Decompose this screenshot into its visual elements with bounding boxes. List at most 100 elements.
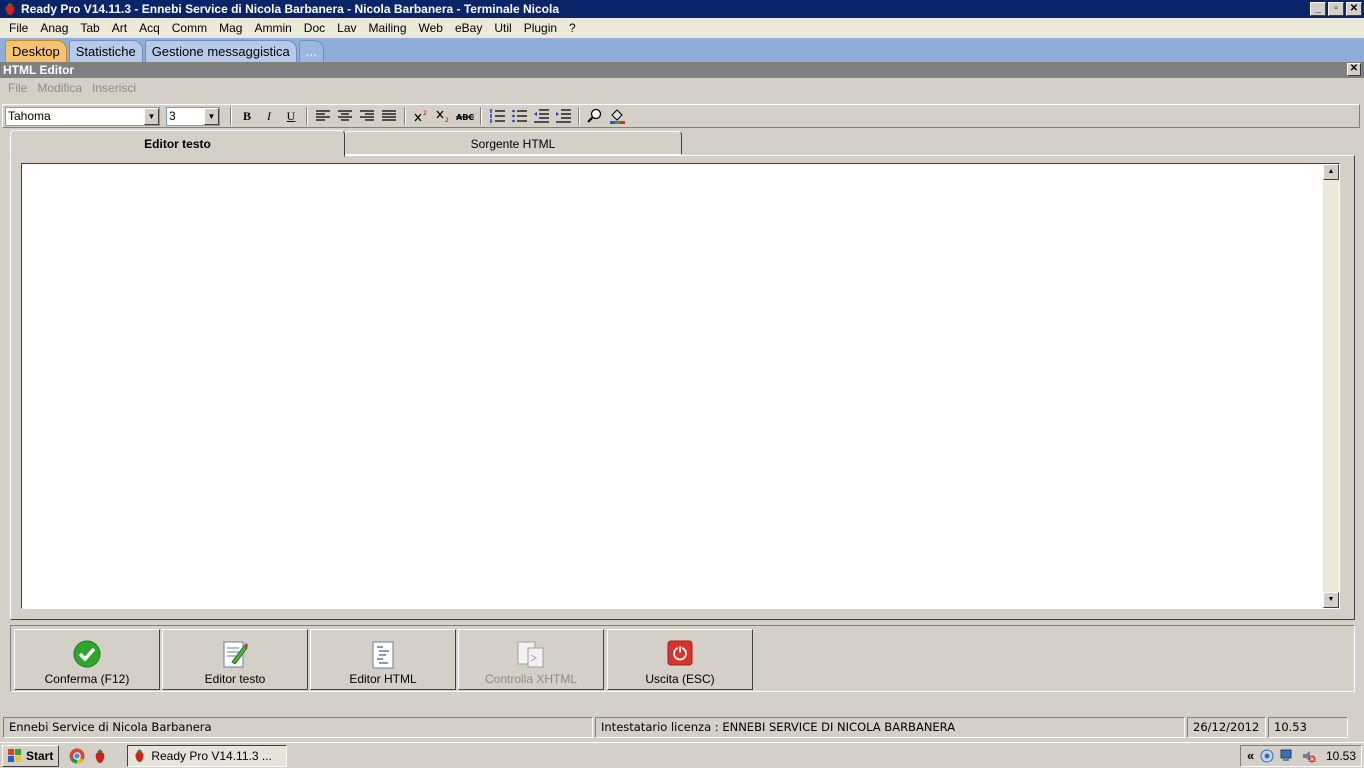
tab-sorgente-html[interactable]: Sorgente HTML	[344, 131, 682, 155]
strawberry-icon[interactable]	[93, 748, 107, 764]
tab-gestione-messaggistica[interactable]: Gestione messaggistica	[144, 40, 297, 62]
taskbar-item-readypro[interactable]: Ready Pro V14.11.3 ...	[127, 744, 288, 767]
subscript-icon: 2	[436, 110, 449, 123]
font-family-value: Tahoma	[8, 109, 51, 123]
font-size-value: 3	[169, 109, 176, 123]
strikethrough-button[interactable]: ABC	[454, 106, 476, 126]
tab-desktop[interactable]: Desktop	[5, 40, 67, 62]
status-company: Ennebi Service di Nicola Barbanera	[3, 717, 593, 738]
align-right-button[interactable]	[356, 106, 378, 126]
tray-expand-icon[interactable]: «	[1247, 748, 1254, 763]
menu-web[interactable]: Web	[413, 21, 449, 35]
editor-menubar: File Modifica Inserisci	[0, 78, 1364, 98]
network-status-icon[interactable]	[1260, 749, 1274, 763]
chevron-down-icon[interactable]: ▼	[144, 107, 159, 125]
align-left-button[interactable]	[312, 106, 334, 126]
status-date: 26/12/2012	[1187, 717, 1266, 738]
computer-icon[interactable]	[1280, 749, 1296, 763]
controlla-xhtml-button[interactable]: Controlla XHTML	[458, 629, 604, 690]
numbered-list-icon	[489, 109, 505, 123]
html-editor-title: HTML Editor	[3, 63, 75, 77]
scroll-down-icon[interactable]: ▼	[1323, 592, 1339, 608]
tab-editor-testo[interactable]: Editor testo	[10, 130, 345, 157]
vertical-scrollbar[interactable]: ▲ ▼	[1323, 164, 1339, 608]
editor-menu-file[interactable]: File	[3, 81, 32, 95]
chrome-icon[interactable]	[69, 748, 85, 764]
start-button[interactable]: Start	[2, 744, 60, 767]
window-titlebar: Ready Pro V14.11.3 - Ennebi Service di N…	[0, 0, 1364, 18]
menu-acq[interactable]: Acq	[133, 21, 166, 35]
menu-anag[interactable]: Anag	[34, 21, 74, 35]
menu-ebay[interactable]: eBay	[449, 21, 488, 35]
editor-html-button[interactable]: Editor HTML	[310, 629, 456, 690]
menu-art[interactable]: Art	[106, 21, 133, 35]
editor-testo-button[interactable]: Editor testo	[162, 629, 308, 690]
align-center-button[interactable]	[334, 106, 356, 126]
justify-button[interactable]	[378, 106, 400, 126]
status-license: Intestatario licenza : ENNEBI SERVICE DI…	[595, 717, 1185, 738]
check-icon	[73, 640, 101, 668]
bold-button[interactable]: B	[236, 106, 258, 126]
maximize-button[interactable]: ▫	[1328, 2, 1344, 16]
color-button[interactable]	[606, 106, 628, 126]
align-right-icon	[360, 110, 374, 121]
windows-taskbar: Start Ready Pro V14.11.3 ... « 10.53	[0, 742, 1364, 768]
editor-menu-inserisci[interactable]: Inserisci	[87, 81, 141, 95]
justify-icon	[382, 110, 396, 121]
menu-mailing[interactable]: Mailing	[363, 21, 413, 35]
close-button[interactable]: ✕	[1346, 2, 1362, 16]
editor-menu-modifica[interactable]: Modifica	[32, 81, 87, 95]
chevron-down-icon[interactable]: ▼	[204, 107, 219, 125]
outdent-button[interactable]	[530, 106, 552, 126]
menu-tab[interactable]: Tab	[74, 21, 105, 35]
menu-doc[interactable]: Doc	[298, 21, 331, 35]
minimize-button[interactable]: _	[1310, 2, 1326, 16]
italic-button[interactable]: I	[258, 106, 280, 126]
superscript-icon: 2	[414, 110, 427, 122]
font-size-select[interactable]: 3 ▼	[166, 106, 220, 126]
menu-help[interactable]: ?	[563, 21, 582, 35]
action-button-bar: Conferma (F12) Editor testo Editor HTML …	[10, 625, 1355, 692]
window-title: Ready Pro V14.11.3 - Ennebi Service di N…	[21, 2, 559, 16]
toolbar-separator	[230, 107, 232, 125]
status-bar: Ennebi Service di Nicola Barbanera Intes…	[0, 717, 1364, 739]
menu-file[interactable]: File	[3, 21, 34, 35]
menu-util[interactable]: Util	[488, 21, 517, 35]
menu-ammin[interactable]: Ammin	[248, 21, 297, 35]
bullet-list-button[interactable]	[508, 106, 530, 126]
scroll-up-icon[interactable]: ▲	[1323, 164, 1339, 180]
tab-statistiche[interactable]: Statistiche	[68, 40, 143, 62]
editor-testo-label: Editor testo	[204, 672, 266, 686]
font-family-select[interactable]: Tahoma ▼	[5, 106, 160, 126]
strawberry-icon	[135, 749, 144, 762]
menu-mag[interactable]: Mag	[213, 21, 248, 35]
numbered-list-button[interactable]	[486, 106, 508, 126]
menu-lav[interactable]: Lav	[331, 21, 362, 35]
svg-text:2: 2	[423, 110, 427, 117]
align-left-icon	[316, 110, 330, 121]
superscript-button[interactable]: 2	[410, 106, 432, 126]
editor-html-label: Editor HTML	[349, 672, 417, 686]
subscript-button[interactable]: 2	[432, 106, 454, 126]
quick-launch	[69, 748, 107, 764]
controlla-xhtml-label: Controlla XHTML	[484, 672, 578, 686]
conferma-button[interactable]: Conferma (F12)	[14, 629, 160, 690]
toolbar-separator	[306, 107, 308, 125]
html-editor-titlebar: HTML Editor ✕	[0, 62, 1364, 78]
paint-bucket-icon	[610, 109, 625, 124]
uscita-button[interactable]: Uscita (ESC)	[607, 629, 753, 690]
tab-more[interactable]: ...	[298, 40, 324, 62]
find-button[interactable]	[584, 106, 606, 126]
strikethrough-icon: ABC	[456, 113, 474, 122]
html-editor-close-button[interactable]: ✕	[1347, 63, 1361, 76]
menu-plugin[interactable]: Plugin	[518, 21, 563, 35]
html-edit-area[interactable]: ▲ ▼	[21, 163, 1340, 609]
volume-muted-icon[interactable]	[1302, 749, 1316, 763]
menu-comm[interactable]: Comm	[166, 21, 213, 35]
conferma-label: Conferma (F12)	[44, 672, 130, 686]
underline-button[interactable]: U	[280, 106, 302, 126]
indent-button[interactable]	[552, 106, 574, 126]
toolbar-separator	[404, 107, 406, 125]
html-document-icon	[372, 641, 394, 669]
check-xhtml-icon	[517, 641, 544, 668]
